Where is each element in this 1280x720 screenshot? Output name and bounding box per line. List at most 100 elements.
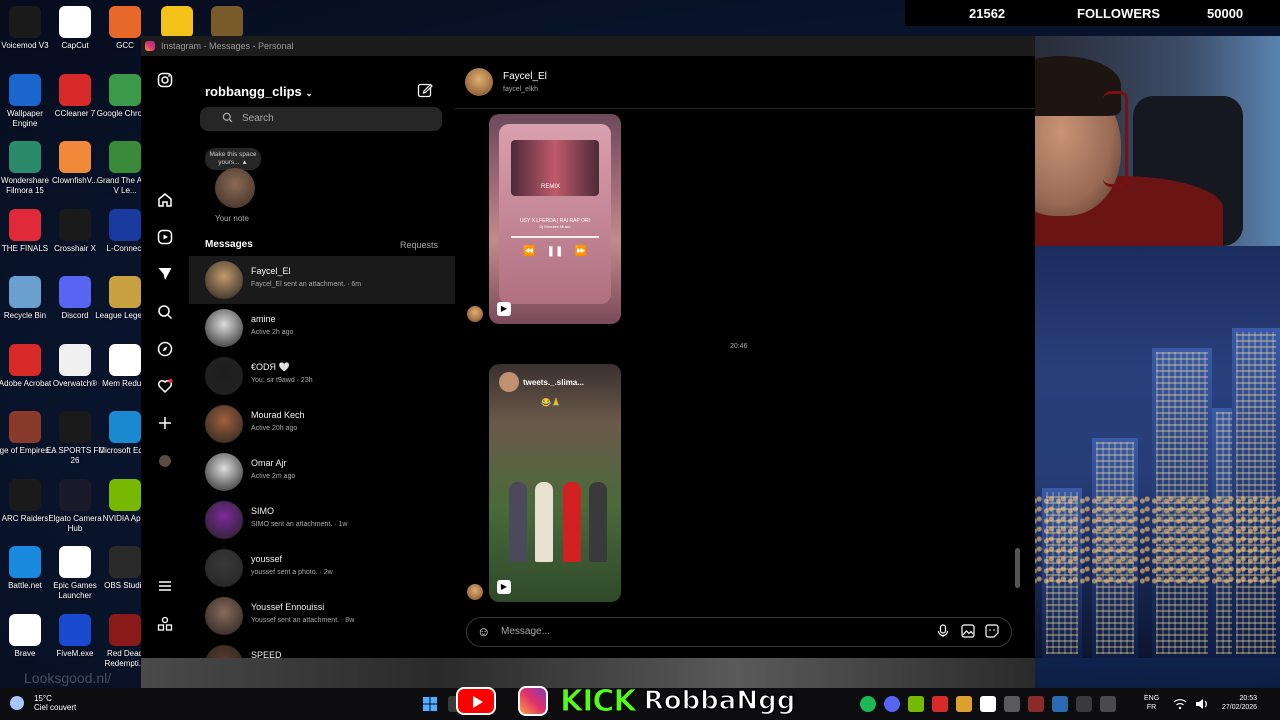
tray-app-icon[interactable] <box>932 696 948 712</box>
tray-app-icon[interactable] <box>980 696 996 712</box>
emoji-icon[interactable]: ☺ <box>477 624 490 639</box>
desktop-app-icon <box>109 73 141 106</box>
reels-icon[interactable] <box>156 229 174 247</box>
desktop-app-icon <box>9 343 41 376</box>
conversation-preview: Active 2m ago <box>251 473 296 480</box>
tray-app-icon[interactable] <box>1004 696 1020 712</box>
chat-scrollbar[interactable] <box>1015 548 1020 588</box>
desktop-app-icon <box>59 343 91 376</box>
shared-reel-video[interactable]: tweets._.slima... 😂🙏 ▶ <box>489 364 621 602</box>
conversation-item[interactable]: amine Active 2h ago <box>189 304 455 352</box>
profile-avatar-icon[interactable] <box>156 452 174 470</box>
conversation-preview: Active 2h ago <box>251 329 294 336</box>
conversation-item[interactable]: Mourad Kech Active 20h ago <box>189 400 455 448</box>
desktop-app-icon <box>9 6 41 38</box>
reel-author: tweets._.slima... <box>523 378 584 387</box>
conversation-item[interactable]: Omar Ajr Active 2m ago <box>189 448 455 496</box>
chat-avatar[interactable] <box>465 68 493 96</box>
conversation-item[interactable]: SPEED <box>189 640 455 658</box>
search-input[interactable]: Search <box>200 107 442 131</box>
conversation-item[interactable]: €ODЯ 🤍 You: sir t9awd · 23h <box>189 352 455 400</box>
conversation-item[interactable]: Youssef Ennouissi Youssef sent an attachm… <box>189 592 455 640</box>
notifications-heart-icon[interactable] <box>156 378 174 396</box>
start-windows-icon[interactable] <box>422 696 438 712</box>
account-switcher[interactable]: robbangg_clips ⌄ <box>205 84 313 99</box>
album-art: REMIX <box>511 140 599 196</box>
conversation-item[interactable]: youssef youssef sent a photo. · 2w <box>189 544 455 592</box>
home-icon[interactable] <box>156 192 174 210</box>
followers-label: FOLLOWERS <box>1077 5 1161 21</box>
volume-icon[interactable] <box>1194 696 1210 712</box>
desktop-app-icon <box>9 73 41 106</box>
city-wallpaper-image <box>1032 246 1280 658</box>
discord-tray-icon[interactable] <box>884 696 900 712</box>
shared-reel-music[interactable]: REMIX USY X LFERDA | RAI RAP ORI Dj Mrout… <box>489 114 621 324</box>
desktop-app-icon <box>109 546 141 578</box>
avatar <box>205 501 243 539</box>
reel-play-icon[interactable]: ▶ <box>497 580 511 594</box>
tray-app-icon[interactable] <box>956 696 972 712</box>
desktop-app-icon <box>161 6 193 38</box>
conversation-preview: Active 20h ago <box>251 425 298 432</box>
watermark: Looksgood.nl/ <box>24 670 112 686</box>
message-composer[interactable]: ☺ Message... <box>466 617 1012 647</box>
sticker-icon[interactable] <box>985 624 999 641</box>
window-title: Instagram - Messages - Personal <box>161 41 294 51</box>
conversation-name: Omar Ajr <box>251 458 287 468</box>
tray-app-icon[interactable] <box>1052 696 1068 712</box>
desktop-app-icon <box>59 613 91 646</box>
explore-icon[interactable] <box>156 341 174 359</box>
wifi-icon[interactable] <box>1172 696 1188 712</box>
desktop-app-icon <box>59 73 91 106</box>
avatar <box>205 549 243 587</box>
avatar <box>205 309 243 347</box>
meta-apps-icon[interactable] <box>156 616 174 634</box>
desktop-app-icon <box>109 478 141 511</box>
conversation-name: SIMO <box>251 506 275 516</box>
gallery-image-icon[interactable] <box>961 624 975 641</box>
time-divider: 20:46 <box>730 343 748 350</box>
tray-app-icon[interactable] <box>1076 696 1092 712</box>
chat-header[interactable]: Faycel_El faycel_elkh <box>455 56 1035 109</box>
conversation-name: Faycel_El <box>251 266 291 276</box>
conversation-name: amine <box>251 314 276 324</box>
language-indicator[interactable]: ENG FR <box>1144 694 1159 712</box>
avatar <box>205 357 243 395</box>
tray-app-icon[interactable] <box>1100 696 1116 712</box>
conversation-item[interactable]: Faycel_El Faycel_El sent an attachment. ·… <box>189 256 455 304</box>
requests-link[interactable]: Requests <box>400 240 438 250</box>
menu-hamburger-icon[interactable] <box>156 578 174 596</box>
note-label: Your note <box>215 214 249 223</box>
weather-widget[interactable]: 15°C Ciel couvert <box>10 694 76 712</box>
search-icon <box>222 112 233 126</box>
desktop-app-icon <box>9 411 41 443</box>
messenger-icon[interactable] <box>156 266 174 284</box>
clock-date: 27/02/2026 <box>1222 704 1258 711</box>
desktop-app-icon <box>59 478 91 511</box>
create-plus-icon[interactable] <box>156 415 174 433</box>
desktop-app-icon <box>9 613 41 646</box>
chat-pane: Faycel_El faycel_elkh REMIX USY X LFERDA… <box>455 56 1035 658</box>
song-progress-bar <box>511 236 599 238</box>
conversation-item[interactable]: SIMO SIMO sent an attachment. · 1w <box>189 496 455 544</box>
messages-heading: Messages <box>205 239 253 250</box>
message-input[interactable]: Message... <box>501 626 550 637</box>
conversation-preview: Youssef sent an attachment. · 8w <box>251 617 355 624</box>
weather-desc: Ciel couvert <box>34 703 77 712</box>
spotify-tray-icon[interactable] <box>860 696 876 712</box>
search-icon[interactable] <box>156 304 174 322</box>
stream-social-overlay: KICK RobbaNgg <box>456 683 796 719</box>
instagram-app-icon <box>145 41 155 51</box>
avatar <box>205 261 243 299</box>
nvidia-tray-icon[interactable] <box>908 696 924 712</box>
clock[interactable]: 20:53 27/02/2026 <box>1222 694 1257 712</box>
window-titlebar[interactable]: Instagram - Messages - Personal <box>141 36 1035 56</box>
new-message-edit-icon[interactable] <box>417 82 435 100</box>
desktop-app-icon <box>211 6 243 38</box>
instagram-logo-icon[interactable] <box>156 72 174 90</box>
desktop-app-icon <box>9 208 41 241</box>
follower-goal-bar: 21562 FOLLOWERS 50000 <box>905 0 1280 26</box>
tray-app-icon[interactable] <box>1028 696 1044 712</box>
reel-play-icon[interactable]: ▶ <box>497 302 511 316</box>
microphone-icon[interactable] <box>937 624 949 641</box>
